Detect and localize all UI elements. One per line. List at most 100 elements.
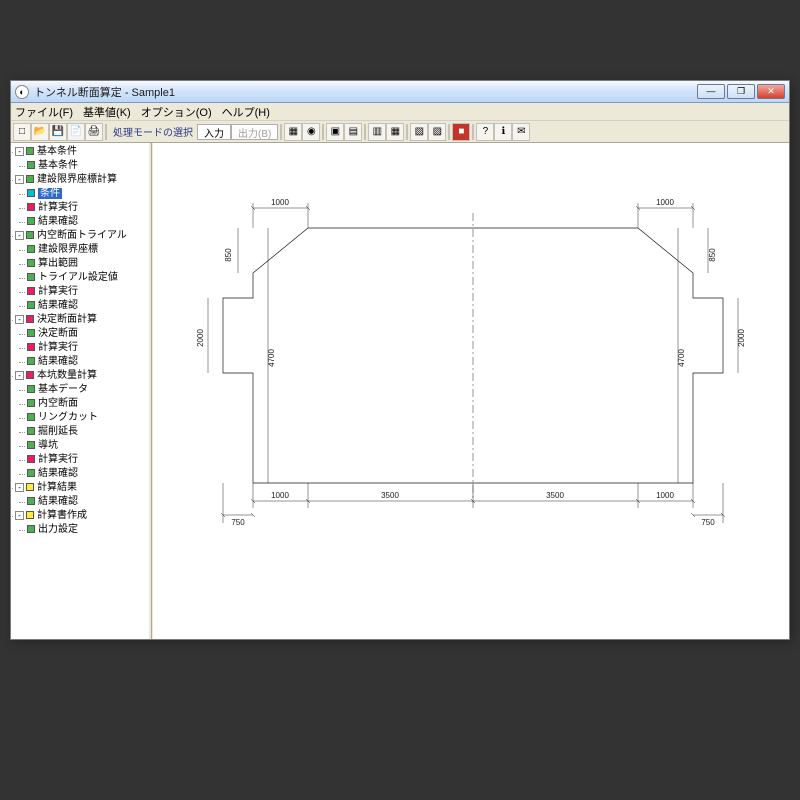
save-icon[interactable]: 💾 (49, 123, 67, 141)
menu-standard[interactable]: 基準値(K) (83, 104, 131, 120)
dim-mid-left: 4700 (267, 349, 276, 367)
dim-top-right: 1000 (656, 198, 674, 207)
node-icon (27, 203, 35, 211)
node-icon (27, 399, 35, 407)
toolbar: □ 📂 💾 📄 🖨 処理モードの選択 入力 出力(B) ▦ ◉ ▣ ▤ ▥ ▦ … (11, 121, 789, 143)
tree-node[interactable]: 決定断面計算 (37, 314, 97, 325)
tree-node[interactable]: 掘削延長 (38, 426, 78, 437)
dim-side-right: 2000 (737, 329, 746, 347)
app-icon: ◐ (15, 85, 29, 99)
menubar: ファイル(F) 基準値(K) オプション(O) ヘルプ(H) (11, 103, 789, 121)
maximize-button[interactable]: ❐ (727, 84, 755, 99)
dim-side-top-left: 850 (224, 248, 233, 262)
mode-output-button[interactable]: 出力(B) (231, 124, 278, 140)
separator (322, 124, 324, 140)
tree-node[interactable]: 内空断面トライアル (37, 230, 127, 241)
tree-node[interactable]: 出力設定 (38, 524, 78, 535)
node-icon (27, 497, 35, 505)
separator (280, 124, 282, 140)
node-icon (27, 525, 35, 533)
tool-icon-1[interactable]: ▦ (284, 123, 302, 141)
tree-node[interactable]: 基本条件 (37, 146, 77, 157)
tree-node[interactable]: 結果確認 (38, 356, 78, 367)
tool-icon-8[interactable]: ▨ (428, 123, 446, 141)
separator (448, 124, 450, 140)
tree-node[interactable]: 基本条件 (38, 160, 78, 171)
tree-node[interactable]: 結果確認 (38, 496, 78, 507)
new-icon[interactable]: □ (13, 123, 31, 141)
tree-node[interactable]: 結果確認 (38, 216, 78, 227)
info-icon[interactable]: ℹ (494, 123, 512, 141)
node-icon (26, 483, 34, 491)
tool-icon-7[interactable]: ▧ (410, 123, 428, 141)
separator (364, 124, 366, 140)
tree-node[interactable]: 計算実行 (38, 454, 78, 465)
tree-node[interactable]: 計算実行 (38, 286, 78, 297)
collapse-icon[interactable]: - (15, 231, 24, 240)
app-window: ◐ トンネル断面算定 - Sample1 — ❐ ✕ ファイル(F) 基準値(K… (10, 80, 790, 640)
tree-node[interactable]: 計算実行 (38, 202, 78, 213)
collapse-icon[interactable]: - (15, 175, 24, 184)
tree-node[interactable]: 計算書作成 (37, 510, 87, 521)
help-icon[interactable]: ? (476, 123, 494, 141)
separator (472, 124, 474, 140)
print-icon[interactable]: 🖨 (85, 123, 103, 141)
tree-node[interactable]: 内空断面 (38, 398, 78, 409)
node-icon (27, 245, 35, 253)
node-icon (27, 343, 35, 351)
node-icon (26, 371, 34, 379)
tool-icon-4[interactable]: ▤ (344, 123, 362, 141)
dim-bottom-2: 3500 (381, 491, 399, 500)
close-button[interactable]: ✕ (757, 84, 785, 99)
window-title: トンネル断面算定 - Sample1 (34, 84, 697, 100)
node-icon (26, 231, 34, 239)
tree-node-selected[interactable]: 条件 (38, 188, 62, 199)
menu-help[interactable]: ヘルプ(H) (222, 104, 270, 120)
minimize-button[interactable]: — (697, 84, 725, 99)
tree-node[interactable]: 建設限界座標 (38, 244, 98, 255)
tree-node[interactable]: リングカット (38, 412, 98, 423)
saveas-icon[interactable]: 📄 (67, 123, 85, 141)
titlebar: ◐ トンネル断面算定 - Sample1 — ❐ ✕ (11, 81, 789, 103)
mode-label: 処理モードの選択 (113, 124, 193, 139)
tree-panel[interactable]: -基本条件 基本条件 -建設限界座標計算 条件 計算実行 結果確認 -内空断面ト… (11, 143, 151, 639)
tool-icon-9[interactable]: ■ (452, 123, 470, 141)
tree-node[interactable]: 決定断面 (38, 328, 78, 339)
about-icon[interactable]: ✉ (512, 123, 530, 141)
dim-bottom-ext-left: 750 (231, 518, 245, 527)
mode-input-button[interactable]: 入力 (197, 124, 231, 140)
open-icon[interactable]: 📂 (31, 123, 49, 141)
tool-icon-5[interactable]: ▥ (368, 123, 386, 141)
dim-bottom-ext-right: 750 (701, 518, 715, 527)
separator (105, 124, 107, 140)
collapse-icon[interactable]: - (15, 511, 24, 520)
tree-node[interactable]: 本坑数量計算 (37, 370, 97, 381)
node-icon (27, 259, 35, 267)
tree-node[interactable]: 導坑 (38, 440, 58, 451)
tree-node[interactable]: トライアル設定値 (38, 272, 118, 283)
window-controls: — ❐ ✕ (697, 84, 785, 99)
node-icon (27, 385, 35, 393)
tree-node[interactable]: 計算結果 (37, 482, 77, 493)
body: -基本条件 基本条件 -建設限界座標計算 条件 計算実行 結果確認 -内空断面ト… (11, 143, 789, 639)
collapse-icon[interactable]: - (15, 483, 24, 492)
collapse-icon[interactable]: - (15, 315, 24, 324)
menu-option[interactable]: オプション(O) (141, 104, 212, 120)
node-icon (26, 147, 34, 155)
tree-node[interactable]: 結果確認 (38, 468, 78, 479)
collapse-icon[interactable]: - (15, 147, 24, 156)
node-icon (27, 357, 35, 365)
tool-icon-6[interactable]: ▦ (386, 123, 404, 141)
tool-icon-3[interactable]: ▣ (326, 123, 344, 141)
node-icon (27, 273, 35, 281)
tree-node[interactable]: 建設限界座標計算 (37, 174, 117, 185)
node-icon (27, 189, 35, 197)
collapse-icon[interactable]: - (15, 371, 24, 380)
drawing-canvas[interactable]: 1000 1000 850 850 4700 4700 2000 2000 (153, 143, 789, 639)
tree-node[interactable]: 算出範囲 (38, 258, 78, 269)
tree-node[interactable]: 計算実行 (38, 342, 78, 353)
tree-node[interactable]: 基本データ (38, 384, 88, 395)
tool-icon-2[interactable]: ◉ (302, 123, 320, 141)
menu-file[interactable]: ファイル(F) (15, 104, 73, 120)
tree-node[interactable]: 結果確認 (38, 300, 78, 311)
